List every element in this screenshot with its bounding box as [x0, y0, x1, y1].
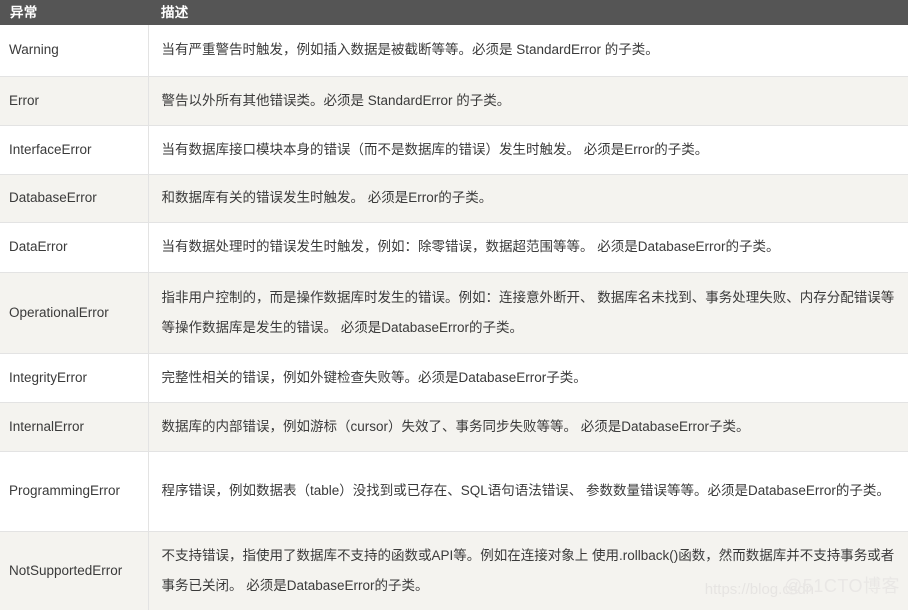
cell-exception-name: NotSupportedError: [0, 531, 149, 610]
table-header-row: 异常 描述: [0, 0, 908, 25]
cell-exception-name: DataError: [0, 222, 149, 273]
table-row: DataError 当有数据处理时的错误发生时触发，例如：除零错误，数据超范围等…: [0, 222, 908, 273]
column-header-description: 描述: [148, 0, 908, 25]
cell-exception-name: Error: [0, 76, 149, 126]
cell-exception-name: ProgrammingError: [0, 451, 149, 532]
cell-exception-name: InterfaceError: [0, 125, 149, 175]
table-row: Warning 当有严重警告时触发，例如插入数据是被截断等等。必须是 Stand…: [0, 25, 908, 77]
cell-exception-name: OperationalError: [0, 272, 149, 354]
cell-exception-description: 指非用户控制的，而是操作数据库时发生的错误。例如：连接意外断开、 数据库名未找到…: [148, 272, 908, 354]
cell-exception-description: 完整性相关的错误，例如外键检查失败等。必须是DatabaseError子类。: [148, 353, 908, 403]
cell-exception-name: Warning: [0, 25, 149, 77]
cell-exception-description: 当有数据库接口模块本身的错误（而不是数据库的错误）发生时触发。 必须是Error…: [148, 125, 908, 175]
table-row: NotSupportedError 不支持错误，指使用了数据库不支持的函数或AP…: [0, 531, 908, 610]
table-row: ProgrammingError 程序错误，例如数据表（table）没找到或已存…: [0, 451, 908, 532]
cell-exception-name: InternalError: [0, 402, 149, 452]
table-row: IntegrityError 完整性相关的错误，例如外键检查失败等。必须是Dat…: [0, 353, 908, 403]
table-row: DatabaseError 和数据库有关的错误发生时触发。 必须是Error的子…: [0, 174, 908, 223]
cell-exception-name: DatabaseError: [0, 174, 149, 223]
cell-exception-name: IntegrityError: [0, 353, 149, 403]
cell-exception-description: 不支持错误，指使用了数据库不支持的函数或API等。例如在连接对象上 使用.rol…: [148, 531, 908, 610]
cell-exception-description: 程序错误，例如数据表（table）没找到或已存在、SQL语句语法错误、 参数数量…: [148, 451, 908, 532]
table-row: InternalError 数据库的内部错误，例如游标（cursor）失效了、事…: [0, 402, 908, 452]
cell-exception-description: 和数据库有关的错误发生时触发。 必须是Error的子类。: [148, 174, 908, 223]
column-header-exception: 异常: [0, 0, 148, 25]
table-row: InterfaceError 当有数据库接口模块本身的错误（而不是数据库的错误）…: [0, 125, 908, 175]
table-body: Warning 当有严重警告时触发，例如插入数据是被截断等等。必须是 Stand…: [0, 25, 908, 610]
exception-table-container: 异常 描述 Warning 当有严重警告时触发，例如插入数据是被截断等等。必须是…: [0, 0, 908, 610]
cell-exception-description: 当有数据处理时的错误发生时触发，例如：除零错误，数据超范围等等。 必须是Data…: [148, 222, 908, 273]
table-header: 异常 描述: [0, 0, 908, 25]
database-exception-table: 异常 描述 Warning 当有严重警告时触发，例如插入数据是被截断等等。必须是…: [0, 0, 908, 610]
cell-exception-description: 数据库的内部错误，例如游标（cursor）失效了、事务同步失败等等。 必须是Da…: [148, 402, 908, 452]
table-row: OperationalError 指非用户控制的，而是操作数据库时发生的错误。例…: [0, 272, 908, 354]
cell-exception-description: 警告以外所有其他错误类。必须是 StandardError 的子类。: [148, 76, 908, 126]
table-row: Error 警告以外所有其他错误类。必须是 StandardError 的子类。: [0, 76, 908, 126]
cell-exception-description: 当有严重警告时触发，例如插入数据是被截断等等。必须是 StandardError…: [148, 25, 908, 77]
